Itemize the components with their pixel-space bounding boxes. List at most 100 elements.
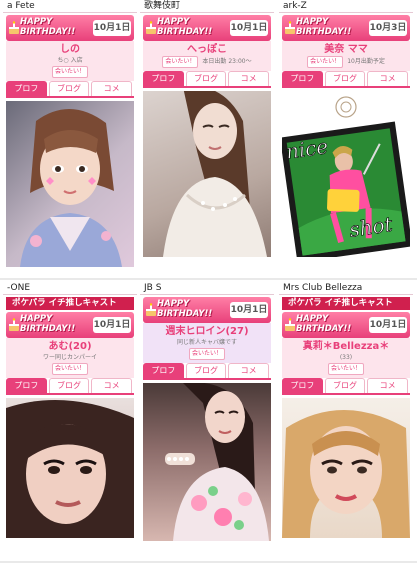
cake-icon xyxy=(285,318,295,331)
shop-name: 歌舞伎町 xyxy=(140,0,274,13)
tab-comment[interactable]: コメ xyxy=(367,71,409,86)
birthday-date: 10月1日 xyxy=(369,317,407,333)
tab-blog[interactable]: ブログ xyxy=(324,378,366,393)
cast-meta: 同じ新人キャバ嬢です xyxy=(176,339,237,346)
cake-icon xyxy=(9,318,19,331)
birthday-banner: HAPPY BIRTHDAY!! 10月1日 xyxy=(6,15,134,41)
birthday-text: HAPPY BIRTHDAY!! xyxy=(157,17,213,37)
want-to-meet-button[interactable]: 会いたい！ xyxy=(188,348,225,360)
cast-photo[interactable] xyxy=(143,91,271,257)
tab-profile[interactable]: プロフ xyxy=(143,71,184,86)
tab-profile[interactable]: プロフ xyxy=(6,81,47,96)
woman-in-floral-dress-image xyxy=(165,383,269,541)
cast-meta: 10月出勤予定 xyxy=(347,58,385,65)
nice-shot-golf-image: nice shot xyxy=(282,96,410,257)
want-to-meet-button[interactable]: 会いたい！ xyxy=(162,56,199,68)
cast-name[interactable]: あむ(20) xyxy=(6,340,134,353)
cake-icon xyxy=(9,21,19,34)
birthday-date: 10月1日 xyxy=(230,302,268,318)
birthday-banner: HAPPY BIRTHDAY!! 10月3日 xyxy=(282,15,410,41)
cake-icon xyxy=(146,303,156,316)
card-tabs: プロフ ブログ コメ xyxy=(143,363,271,380)
tab-profile[interactable]: プロフ xyxy=(143,363,184,378)
cast-info: へっぽこ 会いたい！ 本日出勤 23:00〜 xyxy=(143,41,271,71)
cast-photo[interactable] xyxy=(282,398,410,538)
tab-profile[interactable]: プロフ xyxy=(282,71,323,86)
cast-card[interactable]: JB S HAPPY BIRTHDAY!! 10月1日 週末ヒロイン(27) 同じ… xyxy=(140,282,274,560)
cast-name[interactable]: 週末ヒロイン(27) xyxy=(143,325,271,338)
birthday-text: HAPPY BIRTHDAY!! xyxy=(296,314,352,334)
cast-card[interactable]: -ONE ポケパラ イチ推しキャスト HAPPY BIRTHDAY!! 10月1日… xyxy=(3,282,137,560)
cast-card[interactable]: ark-Z HAPPY BIRTHDAY!! 10月3日 美奈 ママ 会いたい！ … xyxy=(279,0,413,278)
cast-info: 美奈 ママ 会いたい！ 10月出勤予定 xyxy=(282,41,410,71)
want-to-meet-button[interactable]: 会いたい！ xyxy=(307,56,344,68)
cast-meta: (33) xyxy=(339,354,353,361)
cake-icon xyxy=(285,21,295,34)
cast-name[interactable]: 真莉＊Bellezza＊ xyxy=(282,340,410,353)
recommend-banner: ポケパラ イチ推しキャスト xyxy=(6,297,134,310)
cast-name[interactable]: へっぽこ xyxy=(143,43,271,56)
cast-card[interactable]: Mrs Club Bellezza ポケパラ イチ推しキャスト HAPPY BIR… xyxy=(279,282,413,560)
cast-info: しの ち○ 入店 会いたい！ xyxy=(6,41,134,81)
birthday-text: HAPPY BIRTHDAY!! xyxy=(157,299,213,319)
woman-portrait-dark-hair-image xyxy=(6,400,134,538)
birthday-banner: HAPPY BIRTHDAY!! 10月1日 xyxy=(143,297,271,323)
cast-photo[interactable] xyxy=(6,101,134,267)
woman-with-cat-ears-image xyxy=(20,108,122,267)
want-to-meet-button[interactable]: 会いたい！ xyxy=(51,66,88,78)
shop-name: a Fete xyxy=(3,0,137,13)
tab-blog[interactable]: ブログ xyxy=(48,81,90,96)
cast-name[interactable]: しの xyxy=(6,43,134,56)
cast-name[interactable]: 美奈 ママ xyxy=(282,43,410,56)
card-tabs: プロフ ブログ コメ xyxy=(282,378,410,395)
cast-photo[interactable]: nice shot xyxy=(282,91,410,257)
shop-name: Mrs Club Bellezza xyxy=(279,282,413,295)
birthday-banner: HAPPY BIRTHDAY!! 10月1日 xyxy=(143,15,271,41)
birthday-text: HAPPY BIRTHDAY!! xyxy=(20,17,76,37)
tab-comment[interactable]: コメ xyxy=(91,378,133,393)
tab-comment[interactable]: コメ xyxy=(228,71,270,86)
cast-card[interactable]: 歌舞伎町 HAPPY BIRTHDAY!! 10月1日 へっぽこ 会いたい！ 本日… xyxy=(140,0,274,278)
cast-card[interactable]: a Fete HAPPY BIRTHDAY!! 10月1日 しの ち○ 入店 会い… xyxy=(3,0,137,278)
birthday-text: HAPPY BIRTHDAY!! xyxy=(296,17,352,37)
cast-info: 真莉＊Bellezza＊ (33) 会いたい！ xyxy=(282,338,410,378)
tab-profile[interactable]: プロフ xyxy=(282,378,323,393)
cast-info: あむ(20) ワー同じカンパーイ 会いたい！ xyxy=(6,338,134,378)
tab-comment[interactable]: コメ xyxy=(367,378,409,393)
card-tabs: プロフ ブログ コメ xyxy=(6,81,134,98)
tab-comment[interactable]: コメ xyxy=(228,363,270,378)
cast-photo[interactable] xyxy=(6,398,134,538)
want-to-meet-button[interactable]: 会いたい！ xyxy=(51,363,88,375)
birthday-text: HAPPY BIRTHDAY!! xyxy=(20,314,76,334)
tab-blog[interactable]: ブログ xyxy=(48,378,90,393)
want-to-meet-button[interactable]: 会いたい！ xyxy=(327,363,364,375)
birthday-banner: HAPPY BIRTHDAY!! 10月1日 xyxy=(282,312,410,338)
cast-photo[interactable] xyxy=(143,383,271,541)
shop-name: ark-Z xyxy=(279,0,413,13)
woman-with-blonde-hair-image xyxy=(282,410,410,538)
tab-blog[interactable]: ブログ xyxy=(324,71,366,86)
shop-name: JB S xyxy=(140,282,274,295)
card-tabs: プロフ ブログ コメ xyxy=(282,71,410,88)
cast-meta: 本日出勤 23:00〜 xyxy=(202,58,252,65)
card-tabs: プロフ ブログ コメ xyxy=(143,71,271,88)
row-divider xyxy=(0,278,417,280)
shop-name: -ONE xyxy=(3,282,137,295)
birthday-date: 10月1日 xyxy=(230,20,268,36)
logo-emblem-icon xyxy=(335,96,357,118)
cast-info: 週末ヒロイン(27) 同じ新人キャバ嬢です 会いたい！ xyxy=(143,323,271,363)
tab-profile[interactable]: プロフ xyxy=(6,378,47,393)
card-tabs: プロフ ブログ コメ xyxy=(6,378,134,395)
cast-meta: ち○ 入店 xyxy=(57,57,83,64)
cake-icon xyxy=(146,21,156,34)
birthday-date: 10月1日 xyxy=(93,20,131,36)
tab-blog[interactable]: ブログ xyxy=(185,71,227,86)
recommend-banner: ポケパラ イチ推しキャスト xyxy=(282,297,410,310)
tab-blog[interactable]: ブログ xyxy=(185,363,227,378)
row-divider xyxy=(0,561,417,563)
cast-meta: ワー同じカンパーイ xyxy=(42,354,97,361)
birthday-banner: HAPPY BIRTHDAY!! 10月1日 xyxy=(6,312,134,338)
tab-comment[interactable]: コメ xyxy=(91,81,133,96)
birthday-date: 10月1日 xyxy=(93,317,131,333)
birthday-date: 10月3日 xyxy=(369,20,407,36)
